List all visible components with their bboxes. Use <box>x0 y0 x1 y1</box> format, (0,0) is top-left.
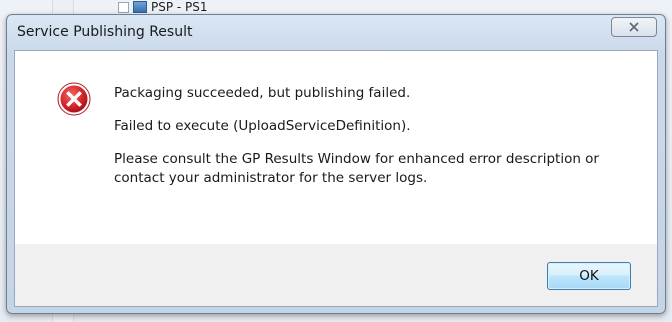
error-icon <box>57 82 91 116</box>
dialog-client-area: Packaging succeeded, but publishing fail… <box>14 50 658 307</box>
tree-checkbox <box>118 1 129 13</box>
close-button[interactable] <box>611 17 657 37</box>
service-publishing-result-dialog: Service Publishing Result Packaging succ… <box>6 14 666 314</box>
background-tree-item: PSP - PS1 <box>118 0 208 14</box>
message-line-1: Packaging succeeded, but publishing fail… <box>114 85 411 101</box>
ok-button[interactable]: OK <box>547 262 631 290</box>
folder-icon <box>133 1 147 13</box>
message-line-2: Failed to execute (UploadServiceDefiniti… <box>114 118 411 134</box>
dialog-titlebar[interactable]: Service Publishing Result <box>7 15 665 51</box>
dialog-button-bar: OK <box>15 244 657 306</box>
message-line-3: Please consult the GP Results Window for… <box>114 151 599 186</box>
message-pane: Packaging succeeded, but publishing fail… <box>15 51 657 244</box>
message-text: Packaging succeeded, but publishing fail… <box>114 84 644 188</box>
tree-item-label: PSP - PS1 <box>151 0 208 14</box>
close-icon <box>629 22 639 32</box>
dialog-title: Service Publishing Result <box>17 24 193 40</box>
